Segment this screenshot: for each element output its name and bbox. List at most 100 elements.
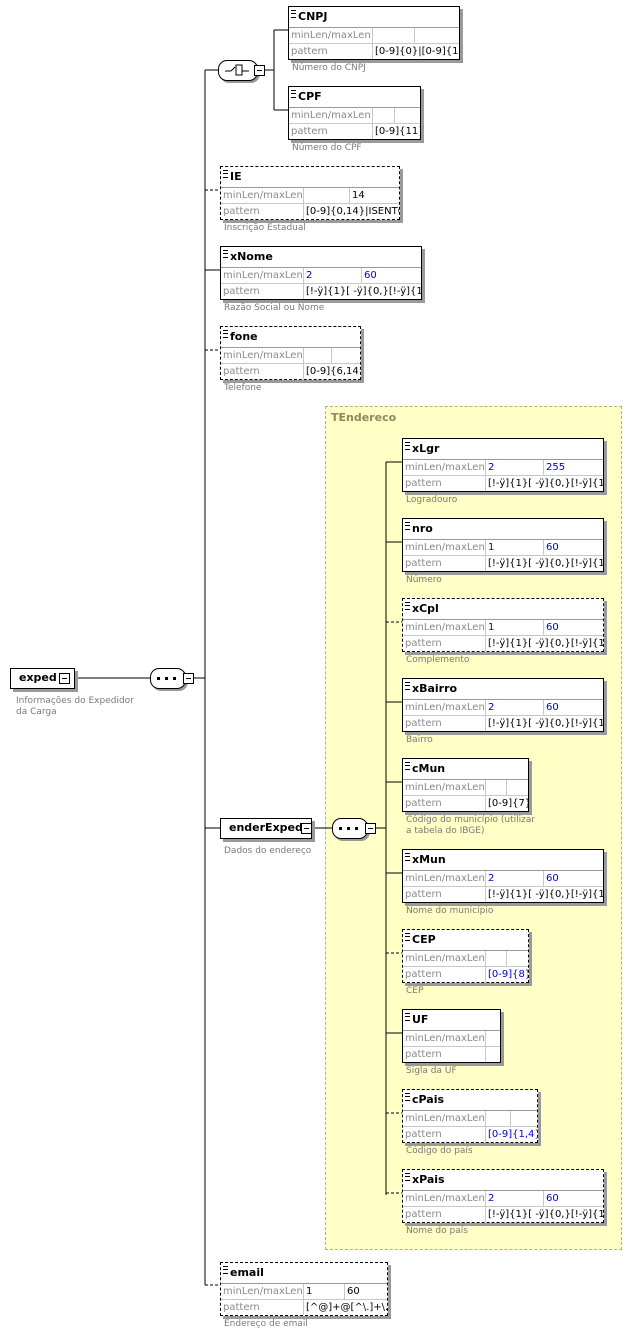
element-name: xPais [412,1173,445,1186]
pattern-value: [0-9]{0,14}|ISENTO [303,204,399,219]
pattern-label: pattern [405,798,442,809]
max-length-value [506,780,528,795]
min-length-value [303,188,349,203]
element-type-icon [223,330,228,338]
minmax-label: minLen/maxLen [405,462,485,473]
minmax-label: minLen/maxLen [291,110,371,121]
pattern-row: pattern [0-9]{7} [403,796,528,811]
collapse-address-sequence-icon[interactable] [365,823,376,834]
pattern-label: pattern [223,286,260,297]
max-length-value [506,951,528,966]
minmax-row: minLen/maxLen 1 60 [403,620,603,636]
element-description: Logradouro [406,495,458,505]
element-CNPJ[interactable]: CNPJ minLen/maxLen pattern [0-9]{0}|[0-9]{1… [288,6,460,60]
element-name: UF [412,1013,429,1026]
pattern-value: [!-ÿ]{1}[ -ÿ]{0,}[!-ÿ]{1}... [303,284,421,299]
element-type-icon [223,170,228,178]
group-element-name: enderExped [229,821,303,834]
element-cMun[interactable]: cMun minLen/maxLen pattern [0-9]{7} [402,758,529,812]
element-type-icon [405,933,410,941]
min-length-value: 1 [485,620,543,635]
element-title: cMun [403,759,528,780]
address-sequence-icon [332,818,368,839]
element-xCpl[interactable]: xCpl minLen/maxLen 1 60 pattern [!-ÿ]{1}[ -ÿ]… [402,598,604,652]
element-name: xCpl [412,602,439,615]
pattern-row: pattern [!-ÿ]{1}[ -ÿ]{0,}[!-ÿ]{1}... [403,1207,603,1222]
pattern-row: pattern [^@]+@[^\.]+\..+ [221,1300,387,1315]
group-element-desc: Dados do endereço [224,846,312,856]
minmax-label: minLen/maxLen [223,270,303,281]
min-length-value [303,348,331,363]
pattern-value: [!-ÿ]{1}[ -ÿ]{0,}[!-ÿ]{1}... [485,476,603,491]
pattern-label: pattern [405,638,442,649]
min-length-value [485,951,506,966]
collapse-exped-icon[interactable] [59,673,70,684]
element-email[interactable]: email minLen/maxLen 1 60 pattern [^@]+@[^\.]+… [220,1262,388,1316]
pattern-label: pattern [405,478,442,489]
pattern-row: pattern [!-ÿ]{1}[ -ÿ]{0,}[!-ÿ]{1}... [403,716,603,731]
element-description: CEP [406,986,424,996]
element-cPais[interactable]: cPais minLen/maxLen pattern [0-9]{1,4} [402,1089,538,1143]
max-length-value: 60 [543,700,603,715]
element-name: email [230,1266,264,1279]
element-name: xNome [230,250,273,263]
pattern-label: pattern [405,558,442,569]
minmax-row: minLen/maxLen 2 60 [403,871,603,887]
min-length-value [372,28,414,43]
element-type-icon [223,250,228,258]
minmax-label: minLen/maxLen [405,1113,485,1124]
element-fone[interactable]: fone minLen/maxLen pattern [0-9]{6,14} [220,326,361,380]
minmax-row: minLen/maxLen [289,108,420,124]
collapse-sequence-icon[interactable] [183,673,194,684]
element-xPais[interactable]: xPais minLen/maxLen 2 60 pattern [!-ÿ]{1}[ -ÿ… [402,1169,604,1223]
collapse-enderExped-icon[interactable] [301,823,312,834]
element-enderExped[interactable]: enderExped [220,818,312,839]
element-title: xCpl [403,599,603,620]
element-xMun[interactable]: xMun minLen/maxLen 2 60 pattern [!-ÿ]{1}[ -ÿ]… [402,849,604,903]
element-title: cPais [403,1090,537,1111]
element-title: nro [403,519,603,540]
element-name: xLgr [412,442,440,455]
element-nro[interactable]: nro minLen/maxLen 1 60 pattern [!-ÿ]{1}[ -ÿ]{… [402,518,604,572]
max-length-value: 60 [543,871,603,886]
element-description: Inscrição Estadual [224,223,306,233]
element-description: Complemento [406,655,470,665]
element-xLgr[interactable]: xLgr minLen/maxLen 2 255 pattern [!-ÿ]{1}[ -ÿ… [402,438,604,492]
element-UF[interactable]: UF minLen/maxLen pattern [402,1009,501,1063]
element-CPF[interactable]: CPF minLen/maxLen pattern [0-9]{11} [288,86,421,140]
pattern-value: [0-9]{7} [485,796,528,811]
element-description: Código do município (utilizar a tabela d… [406,815,536,836]
pattern-label: pattern [291,46,328,57]
element-xNome[interactable]: xNome minLen/maxLen 2 60 pattern [!-ÿ]{1}[ -ÿ… [220,246,422,300]
pattern-value: [0-9]{6,14} [303,364,360,379]
minmax-row: minLen/maxLen 2 60 [403,1191,603,1207]
pattern-label: pattern [405,1129,442,1140]
root-element-name: exped [19,671,57,684]
element-description: Número do CPF [292,143,362,153]
max-length-value: 60 [543,540,603,555]
element-type-icon [405,442,410,450]
minmax-label: minLen/maxLen [405,1193,485,1204]
pattern-row: pattern [0-9]{6,14} [221,364,360,379]
min-length-value [485,780,506,795]
collapse-choice-icon[interactable] [254,65,265,76]
pattern-value: [!-ÿ]{1}[ -ÿ]{0,}[!-ÿ]{1}... [485,636,603,651]
minmax-label: minLen/maxLen [405,873,485,884]
minmax-row: minLen/maxLen 1 60 [403,540,603,556]
pattern-row: pattern [0-9]{1,4} [403,1127,537,1142]
element-title: xLgr [403,439,603,460]
element-description: Número do CNPJ [292,63,366,73]
minmax-label: minLen/maxLen [405,622,485,633]
element-name: fone [230,330,258,343]
element-xBairro[interactable]: xBairro minLen/maxLen 2 60 pattern [!-ÿ]{1}[ … [402,678,604,732]
min-length-value [372,108,394,123]
pattern-label: pattern [405,969,442,980]
max-length-value [510,1111,537,1126]
min-length-value: 2 [303,268,361,283]
max-length-value: 14 [349,188,399,203]
element-CEP[interactable]: CEP minLen/maxLen pattern [0-9]{8} [402,929,529,983]
element-description: Nome do país [406,1226,468,1236]
element-name: nro [412,522,433,535]
pattern-row: pattern [!-ÿ]{1}[ -ÿ]{0,}[!-ÿ]{1}... [221,284,421,299]
element-IE[interactable]: IE minLen/maxLen 14 pattern [0-9]{0,14}|ISEN… [220,166,400,220]
